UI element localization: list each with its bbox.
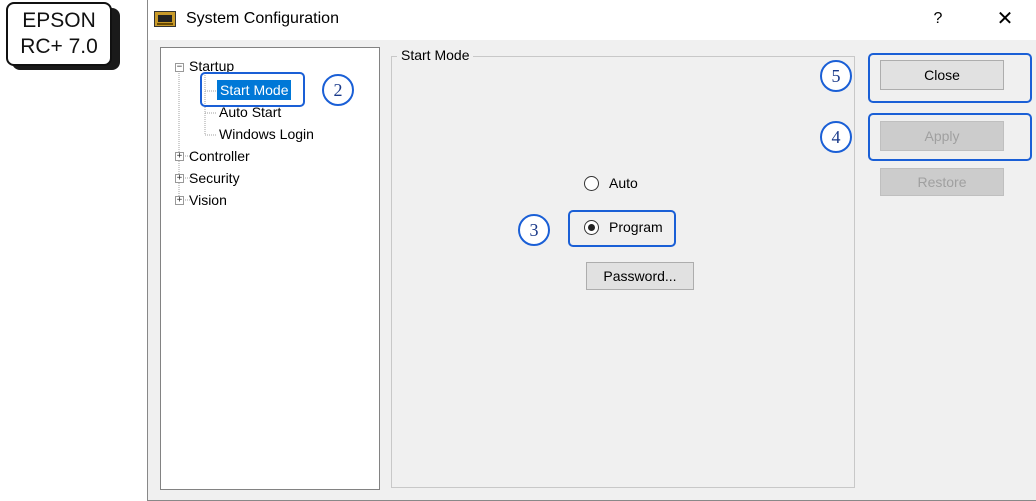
tree-item-controller[interactable]: Controller: [189, 146, 250, 166]
collapse-startup-icon[interactable]: −: [175, 63, 184, 72]
tree-item-windows-login[interactable]: Windows Login: [219, 124, 314, 144]
callout-highlight-close: [868, 53, 1032, 103]
tree-item-security[interactable]: Security: [189, 168, 240, 188]
product-badge: EPSON RC+ 7.0: [6, 2, 120, 70]
restore-button[interactable]: Restore: [880, 168, 1004, 196]
callout-number-5: 5: [820, 60, 852, 92]
expand-controller-icon[interactable]: +: [175, 152, 184, 161]
close-window-button[interactable]: ✕: [985, 4, 1025, 34]
controller-icon: [154, 11, 176, 27]
callout-highlight-program: [568, 210, 676, 247]
callout-number-3: 3: [518, 214, 550, 246]
callout-highlight-apply: [868, 113, 1032, 161]
configuration-tree[interactable]: − Startup Auto Start Windows Login Start…: [160, 47, 380, 490]
callout-number-4: 4: [820, 121, 852, 153]
password-button[interactable]: Password...: [586, 262, 694, 290]
expand-vision-icon[interactable]: +: [175, 196, 184, 205]
window-title: System Configuration: [186, 10, 339, 27]
help-button[interactable]: ?: [918, 4, 958, 34]
start-mode-group-title: Start Mode: [397, 47, 474, 63]
expand-security-icon[interactable]: +: [175, 174, 184, 183]
tree-item-vision[interactable]: Vision: [189, 190, 227, 210]
badge-version: RC+ 7.0: [20, 35, 98, 58]
badge-brand: EPSON: [22, 9, 96, 32]
badge-box: EPSON RC+ 7.0: [6, 2, 112, 66]
radio-auto[interactable]: Auto: [584, 172, 638, 194]
callout-highlight-start-mode: [200, 72, 305, 107]
radio-auto-indicator[interactable]: [584, 175, 599, 191]
radio-auto-label: Auto: [609, 175, 638, 191]
title-bar: System Configuration ? ✕: [148, 0, 1036, 40]
callout-number-2: 2: [322, 74, 354, 106]
